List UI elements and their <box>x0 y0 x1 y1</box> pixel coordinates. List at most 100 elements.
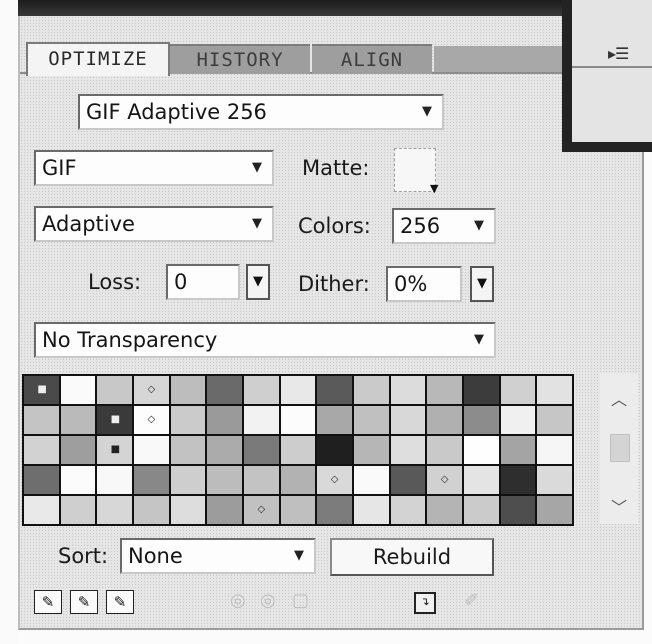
color-swatch[interactable] <box>500 466 536 494</box>
color-swatch[interactable] <box>60 406 96 434</box>
color-swatch[interactable] <box>280 406 316 434</box>
panel-menu-icon[interactable]: ▸☰ <box>608 44 629 63</box>
color-swatch[interactable] <box>464 406 499 434</box>
color-swatch[interactable] <box>170 376 206 404</box>
color-swatch[interactable] <box>280 496 316 524</box>
color-swatch[interactable] <box>354 406 389 434</box>
color-swatch[interactable] <box>24 496 59 524</box>
tab-align[interactable]: ALIGN <box>312 44 432 74</box>
color-swatch[interactable] <box>317 406 352 434</box>
color-swatch[interactable] <box>207 376 242 404</box>
dither-input[interactable]: 0% <box>386 266 462 302</box>
loss-dropdown-button[interactable]: ▼ <box>246 264 270 300</box>
color-swatch[interactable] <box>427 376 462 404</box>
color-swatch[interactable]: ◇ <box>134 406 169 434</box>
color-swatch[interactable] <box>464 436 499 464</box>
color-swatch[interactable] <box>354 436 389 464</box>
lock-color-icon[interactable]: ◎ <box>230 590 246 611</box>
color-swatch[interactable] <box>60 376 96 404</box>
color-swatch[interactable] <box>464 376 499 404</box>
color-swatch[interactable] <box>134 436 169 464</box>
snap-to-web-icon[interactable]: ◎ <box>260 590 276 611</box>
colors-select[interactable]: 256 ▼ <box>392 208 496 244</box>
color-swatch[interactable] <box>427 406 462 434</box>
dither-dropdown-button[interactable]: ▼ <box>470 266 494 302</box>
color-swatch[interactable] <box>317 376 352 404</box>
color-swatch[interactable] <box>537 406 572 434</box>
color-swatch[interactable] <box>280 376 316 404</box>
palette-select[interactable]: Adaptive ▼ <box>34 206 274 242</box>
color-swatch[interactable] <box>464 466 499 494</box>
color-swatch[interactable]: ◇ <box>134 376 169 404</box>
color-swatch[interactable] <box>207 466 242 494</box>
color-swatch[interactable] <box>354 376 389 404</box>
color-swatch[interactable] <box>60 496 96 524</box>
color-swatch[interactable] <box>170 466 206 494</box>
color-swatch[interactable] <box>390 496 426 524</box>
color-swatch[interactable] <box>97 376 132 404</box>
color-swatch[interactable] <box>354 496 389 524</box>
transparent-color-icon[interactable]: ▢ <box>292 590 309 611</box>
color-swatch[interactable] <box>170 496 206 524</box>
chevron-down-icon[interactable]: ▼ <box>430 182 438 195</box>
color-swatch[interactable] <box>500 406 536 434</box>
color-swatch[interactable] <box>500 376 536 404</box>
load-palette-icon[interactable]: ↴ <box>414 592 436 614</box>
rebuild-button[interactable]: Rebuild <box>330 538 494 576</box>
color-swatch[interactable] <box>317 496 352 524</box>
color-table[interactable]: ■ ◇ ■ ◇ ■ ◇ ◇ ◇ <box>22 374 574 526</box>
scroll-down-icon[interactable]: ﹀ <box>606 494 632 517</box>
color-swatch[interactable] <box>207 436 242 464</box>
color-swatch[interactable] <box>537 496 572 524</box>
color-swatch[interactable] <box>390 436 426 464</box>
tab-history[interactable]: HISTORY <box>170 44 310 74</box>
sort-select[interactable]: None ▼ <box>120 538 316 574</box>
eyedropper-icon[interactable]: ✐ <box>464 590 479 611</box>
color-swatch[interactable] <box>134 466 169 494</box>
scroll-up-icon[interactable]: ︿ <box>606 386 632 409</box>
loss-input[interactable]: 0 <box>166 264 240 300</box>
color-swatch[interactable] <box>427 436 462 464</box>
format-select[interactable]: GIF ▼ <box>34 150 274 186</box>
color-swatch[interactable] <box>537 376 572 404</box>
color-swatch[interactable] <box>97 496 132 524</box>
color-swatch[interactable] <box>244 376 279 404</box>
color-swatch[interactable] <box>464 496 499 524</box>
scroll-thumb[interactable] <box>610 434 630 462</box>
color-swatch[interactable] <box>134 496 169 524</box>
color-swatch[interactable] <box>427 496 462 524</box>
color-swatch[interactable] <box>170 436 206 464</box>
color-swatch[interactable] <box>500 496 536 524</box>
add-color-icon[interactable]: ✎ <box>34 590 62 614</box>
color-swatch[interactable] <box>390 376 426 404</box>
color-swatch[interactable] <box>390 406 426 434</box>
color-swatch[interactable] <box>24 466 59 494</box>
color-swatch[interactable]: ■ <box>24 376 59 404</box>
color-swatch[interactable] <box>60 436 96 464</box>
color-swatch[interactable] <box>280 436 316 464</box>
color-swatch[interactable] <box>207 406 242 434</box>
color-swatch[interactable] <box>354 466 389 494</box>
color-swatch[interactable]: ■ <box>97 436 132 464</box>
color-swatch[interactable] <box>24 436 59 464</box>
color-swatch[interactable] <box>537 466 572 494</box>
color-table-scrollbar[interactable]: ︿ ﹀ <box>600 374 638 524</box>
color-swatch[interactable] <box>244 406 279 434</box>
color-swatch[interactable] <box>317 436 352 464</box>
delete-color-icon[interactable]: ✎ <box>106 590 134 614</box>
tab-optimize[interactable]: OPTIMIZE <box>26 42 170 76</box>
color-swatch[interactable] <box>390 466 426 494</box>
color-swatch[interactable] <box>170 406 206 434</box>
color-swatch[interactable] <box>24 406 59 434</box>
color-swatch[interactable]: ◇ <box>427 466 462 494</box>
edit-color-icon[interactable]: ✎ <box>70 590 98 614</box>
color-swatch[interactable]: ◇ <box>317 466 352 494</box>
color-swatch[interactable] <box>207 496 242 524</box>
color-swatch[interactable]: ■ <box>97 406 132 434</box>
color-swatch[interactable] <box>244 436 279 464</box>
color-swatch[interactable] <box>60 466 96 494</box>
color-swatch[interactable] <box>97 466 132 494</box>
preset-select[interactable]: GIF Adaptive 256 ▼ <box>78 94 444 130</box>
color-swatch[interactable] <box>280 466 316 494</box>
color-swatch[interactable] <box>500 436 536 464</box>
